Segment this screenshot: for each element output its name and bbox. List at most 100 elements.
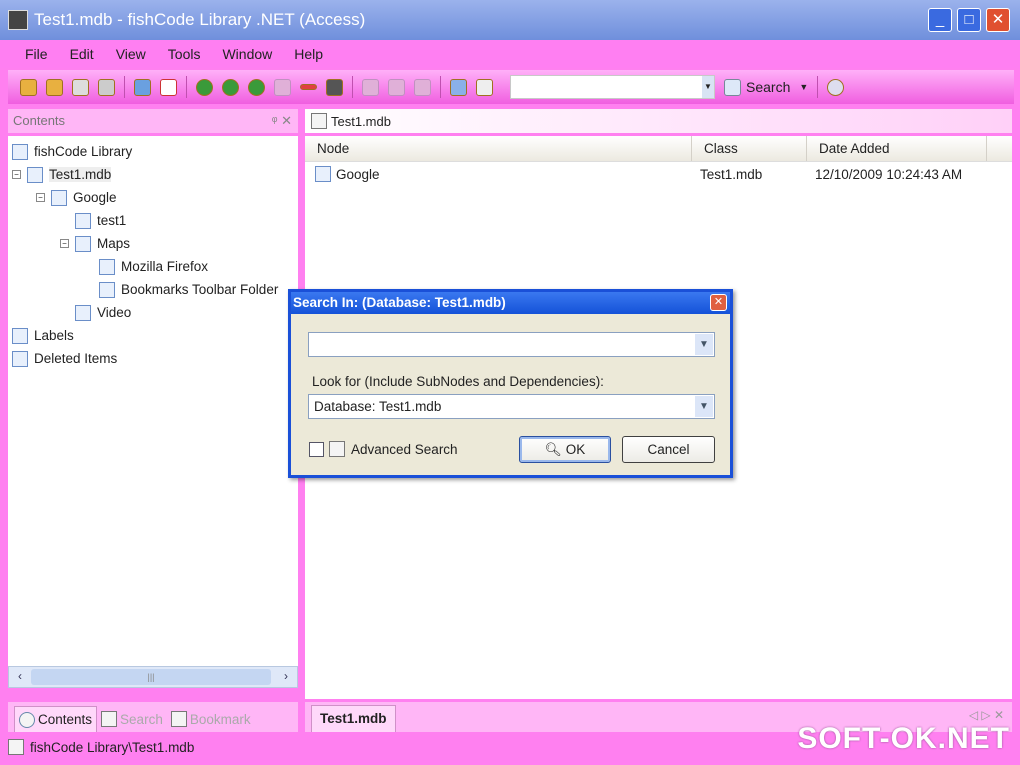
window-title: Test1.mdb - fishCode Library .NET (Acces… xyxy=(34,10,366,29)
tree-node[interactable]: test1 xyxy=(8,209,298,232)
tree-node-label: fishCode Library xyxy=(34,144,133,159)
scroll-thumb[interactable]: ||| xyxy=(31,669,271,685)
advanced-search-icon xyxy=(329,441,345,457)
bookmark-icon xyxy=(170,711,187,727)
scroll-right-icon[interactable]: › xyxy=(277,669,295,685)
tree-node-label: Labels xyxy=(34,328,74,343)
tree-node-label: Mozilla Firefox xyxy=(121,259,209,274)
open-icon[interactable] xyxy=(46,78,63,96)
menu-tools[interactable]: Tools xyxy=(168,46,201,62)
fullscreen-icon[interactable] xyxy=(450,78,467,96)
minimize-button[interactable]: _ xyxy=(928,8,952,32)
contents-icon xyxy=(19,711,35,728)
column-header: Node Class Date Added xyxy=(305,136,1012,162)
close-button[interactable]: ✕ xyxy=(986,8,1010,32)
search-button[interactable]: Search xyxy=(746,79,790,95)
add-node-icon[interactable] xyxy=(134,78,151,96)
horizontal-scrollbar[interactable]: ‹ ||| › xyxy=(8,666,298,688)
toolbar-search-input[interactable]: ▼ xyxy=(510,75,715,99)
toolbar: ▼ Search ▼ xyxy=(8,70,1014,104)
refresh-icon[interactable] xyxy=(72,78,89,96)
chevron-down-icon[interactable]: ▼ xyxy=(695,396,713,417)
node-icon xyxy=(51,189,67,206)
look-for-label: Look for (Include SubNodes and Dependenc… xyxy=(312,374,604,389)
copy-icon[interactable] xyxy=(388,78,405,96)
node-icon xyxy=(99,258,115,275)
pin-icon[interactable]: ᵠ ✕ xyxy=(272,113,292,129)
search-icon[interactable] xyxy=(724,78,741,96)
tab-bookmark[interactable]: Bookmark xyxy=(167,706,255,732)
tree-node[interactable]: − Google xyxy=(8,186,298,209)
go-icon[interactable] xyxy=(248,78,265,96)
search-icon: 🔍︎ xyxy=(544,442,562,457)
stop-icon[interactable] xyxy=(274,78,291,96)
column-node[interactable]: Node xyxy=(305,136,692,161)
tree-node-label: Test1.mdb xyxy=(49,167,112,182)
tree-node[interactable]: Deleted Items xyxy=(8,347,298,370)
pane-tabs: Contents Search Bookmark xyxy=(8,702,298,732)
tab-nav-icons[interactable]: ◁ ▷ ✕ xyxy=(969,708,1004,722)
app-icon[interactable] xyxy=(8,10,28,30)
forward-icon[interactable] xyxy=(222,78,239,96)
tab-document[interactable]: Test1.mdb xyxy=(311,705,396,732)
search-icon xyxy=(101,711,118,727)
menu-window[interactable]: Window xyxy=(222,46,272,62)
tree-node-label: Video xyxy=(97,305,132,320)
tree-node-label: Google xyxy=(73,190,117,205)
tree-node[interactable]: Labels xyxy=(8,324,298,347)
properties-icon[interactable] xyxy=(326,78,343,96)
dialog-close-button[interactable]: ✕ xyxy=(710,294,727,311)
tab-contents[interactable]: Contents xyxy=(14,706,98,732)
contents-pane-header: Contents ᵠ ✕ xyxy=(8,109,298,133)
link-icon[interactable] xyxy=(300,84,317,90)
menu-view[interactable]: View xyxy=(116,46,146,62)
search-dialog: Search In: (Database: Test1.mdb) ✕ ▼ Loo… xyxy=(288,289,733,478)
tree-node[interactable]: − Test1.mdb xyxy=(8,163,298,186)
status-path: fishCode Library\Test1.mdb xyxy=(30,739,195,755)
tree-node[interactable]: − Maps xyxy=(8,232,298,255)
advanced-search-label[interactable]: Advanced Search xyxy=(351,442,458,457)
collapse-icon[interactable]: − xyxy=(12,170,21,179)
advanced-search-checkbox[interactable] xyxy=(309,442,324,457)
tree-node[interactable]: fishCode Library xyxy=(8,140,298,163)
menu-bar: File Edit View Tools Window Help xyxy=(0,40,1020,68)
table-row[interactable]: Google Test1.mdb 12/10/2009 10:24:43 AM xyxy=(305,162,1012,186)
column-date-added[interactable]: Date Added xyxy=(807,136,987,161)
dialog-title: Search In: (Database: Test1.mdb) xyxy=(291,292,730,314)
paste-icon[interactable] xyxy=(414,78,431,96)
tree-node[interactable]: Bookmarks Toolbar Folder xyxy=(8,278,298,301)
scroll-left-icon[interactable]: ‹ xyxy=(11,669,29,685)
chevron-down-icon[interactable]: ▼ xyxy=(702,76,714,98)
node-icon xyxy=(75,304,91,321)
maximize-button[interactable]: □ xyxy=(957,8,981,32)
tree-node[interactable]: Mozilla Firefox xyxy=(8,255,298,278)
ok-button[interactable]: 🔍︎ OK xyxy=(519,436,611,463)
look-for-combo[interactable]: Database: Test1.mdb ▼ xyxy=(308,394,715,419)
node-icon xyxy=(99,281,115,298)
tree-node[interactable]: Video xyxy=(8,301,298,324)
node-icon xyxy=(315,166,331,182)
node-icon xyxy=(12,143,28,160)
database-icon[interactable] xyxy=(98,78,115,96)
chevron-down-icon[interactable]: ▼ xyxy=(695,334,713,355)
node-icon xyxy=(27,166,43,183)
back-icon[interactable] xyxy=(196,78,213,96)
cut-icon[interactable] xyxy=(362,78,379,96)
collapse-icon[interactable]: − xyxy=(36,193,45,202)
collapse-icon[interactable]: − xyxy=(60,239,69,248)
column-class[interactable]: Class xyxy=(692,136,807,161)
menu-file[interactable]: File xyxy=(25,46,48,62)
wizard-icon[interactable] xyxy=(476,78,493,96)
tab-search[interactable]: Search xyxy=(97,706,167,732)
search-text-combo[interactable]: ▼ xyxy=(308,332,715,357)
cancel-button[interactable]: Cancel xyxy=(622,436,715,463)
new-icon[interactable] xyxy=(20,78,37,96)
delete-icon[interactable] xyxy=(160,78,177,96)
menu-edit[interactable]: Edit xyxy=(70,46,94,62)
help-icon[interactable] xyxy=(827,78,845,96)
node-icon xyxy=(12,350,28,367)
database-icon xyxy=(311,113,327,129)
watermark: SOFT-OK.NET xyxy=(797,722,1010,755)
tree-node-label: Bookmarks Toolbar Folder xyxy=(121,282,279,297)
menu-help[interactable]: Help xyxy=(294,46,323,62)
